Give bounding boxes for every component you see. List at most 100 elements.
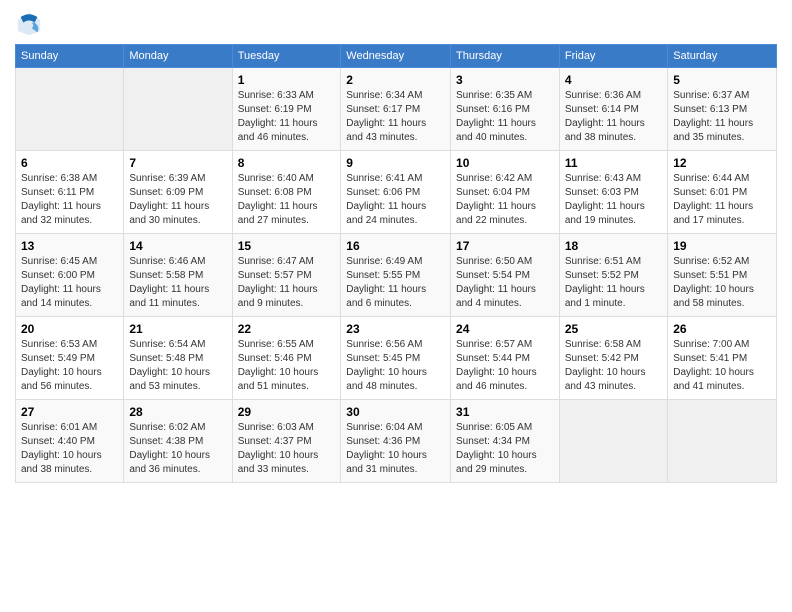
day-number: 3: [456, 73, 554, 87]
day-info: Sunrise: 6:03 AMSunset: 4:37 PMDaylight:…: [238, 421, 336, 477]
calendar-cell: [668, 400, 777, 483]
day-info: Sunrise: 6:55 AMSunset: 5:46 PMDaylight:…: [238, 338, 336, 394]
day-number: 30: [346, 405, 445, 419]
calendar-cell: 2 Sunrise: 6:34 AMSunset: 6:17 PMDaylight…: [341, 68, 451, 151]
day-number: 17: [456, 239, 554, 253]
day-info: Sunrise: 6:04 AMSunset: 4:36 PMDaylight:…: [346, 421, 445, 477]
day-number: 14: [129, 239, 226, 253]
day-number: 27: [21, 405, 118, 419]
day-info: Sunrise: 6:56 AMSunset: 5:45 PMDaylight:…: [346, 338, 445, 394]
calendar-table: SundayMondayTuesdayWednesdayThursdayFrid…: [15, 44, 777, 483]
day-number: 31: [456, 405, 554, 419]
weekday-header: Thursday: [451, 45, 560, 68]
calendar-cell: 6 Sunrise: 6:38 AMSunset: 6:11 PMDaylight…: [16, 151, 124, 234]
day-info: Sunrise: 6:41 AMSunset: 6:06 PMDaylight:…: [346, 172, 445, 228]
day-info: Sunrise: 6:38 AMSunset: 6:11 PMDaylight:…: [21, 172, 118, 228]
day-number: 28: [129, 405, 226, 419]
weekday-header-row: SundayMondayTuesdayWednesdayThursdayFrid…: [16, 45, 777, 68]
day-number: 21: [129, 322, 226, 336]
day-info: Sunrise: 6:42 AMSunset: 6:04 PMDaylight:…: [456, 172, 554, 228]
day-info: Sunrise: 6:01 AMSunset: 4:40 PMDaylight:…: [21, 421, 118, 477]
day-info: Sunrise: 6:40 AMSunset: 6:08 PMDaylight:…: [238, 172, 336, 228]
day-number: 26: [673, 322, 771, 336]
calendar-cell: 22 Sunrise: 6:55 AMSunset: 5:46 PMDayligh…: [232, 317, 341, 400]
day-info: Sunrise: 6:34 AMSunset: 6:17 PMDaylight:…: [346, 89, 445, 145]
day-number: 1: [238, 73, 336, 87]
day-info: Sunrise: 6:36 AMSunset: 6:14 PMDaylight:…: [565, 89, 662, 145]
calendar-cell: 23 Sunrise: 6:56 AMSunset: 5:45 PMDayligh…: [341, 317, 451, 400]
day-info: Sunrise: 6:58 AMSunset: 5:42 PMDaylight:…: [565, 338, 662, 394]
day-number: 15: [238, 239, 336, 253]
calendar-week-row: 6 Sunrise: 6:38 AMSunset: 6:11 PMDaylight…: [16, 151, 777, 234]
calendar-week-row: 1 Sunrise: 6:33 AMSunset: 6:19 PMDaylight…: [16, 68, 777, 151]
day-number: 4: [565, 73, 662, 87]
day-number: 29: [238, 405, 336, 419]
calendar-cell: 21Sunrise: 6:54 AMSunset: 5:48 PMDayligh…: [124, 317, 232, 400]
calendar-cell: 26 Sunrise: 7:00 AMSunset: 5:41 PMDayligh…: [668, 317, 777, 400]
calendar-cell: 11Sunrise: 6:43 AMSunset: 6:03 PMDayligh…: [559, 151, 667, 234]
calendar-cell: [16, 68, 124, 151]
day-info: Sunrise: 6:39 AMSunset: 6:09 PMDaylight:…: [129, 172, 226, 228]
day-info: Sunrise: 6:57 AMSunset: 5:44 PMDaylight:…: [456, 338, 554, 394]
day-info: Sunrise: 6:46 AMSunset: 5:58 PMDaylight:…: [129, 255, 226, 311]
calendar-cell: 20 Sunrise: 6:53 AMSunset: 5:49 PMDayligh…: [16, 317, 124, 400]
calendar-cell: 3Sunrise: 6:35 AMSunset: 6:16 PMDaylight…: [451, 68, 560, 151]
day-number: 7: [129, 156, 226, 170]
calendar-cell: 28 Sunrise: 6:02 AMSunset: 4:38 PMDayligh…: [124, 400, 232, 483]
weekday-header: Monday: [124, 45, 232, 68]
header: [15, 10, 777, 38]
day-number: 11: [565, 156, 662, 170]
day-number: 23: [346, 322, 445, 336]
day-info: Sunrise: 6:52 AMSunset: 5:51 PMDaylight:…: [673, 255, 771, 311]
page: SundayMondayTuesdayWednesdayThursdayFrid…: [0, 0, 792, 612]
day-number: 20: [21, 322, 118, 336]
calendar-week-row: 13 Sunrise: 6:45 AMSunset: 6:00 PMDayligh…: [16, 234, 777, 317]
calendar-week-row: 27 Sunrise: 6:01 AMSunset: 4:40 PMDayligh…: [16, 400, 777, 483]
weekday-header: Saturday: [668, 45, 777, 68]
day-info: Sunrise: 6:49 AMSunset: 5:55 PMDaylight:…: [346, 255, 445, 311]
calendar-cell: [559, 400, 667, 483]
calendar-cell: 14 Sunrise: 6:46 AMSunset: 5:58 PMDayligh…: [124, 234, 232, 317]
weekday-header: Tuesday: [232, 45, 341, 68]
calendar-cell: 9 Sunrise: 6:41 AMSunset: 6:06 PMDaylight…: [341, 151, 451, 234]
weekday-header: Friday: [559, 45, 667, 68]
day-info: Sunrise: 7:00 AMSunset: 5:41 PMDaylight:…: [673, 338, 771, 394]
calendar-cell: 31 Sunrise: 6:05 AMSunset: 4:34 PMDayligh…: [451, 400, 560, 483]
calendar-cell: 7 Sunrise: 6:39 AMSunset: 6:09 PMDaylight…: [124, 151, 232, 234]
calendar-cell: 25Sunrise: 6:58 AMSunset: 5:42 PMDayligh…: [559, 317, 667, 400]
calendar-cell: 24Sunrise: 6:57 AMSunset: 5:44 PMDayligh…: [451, 317, 560, 400]
day-info: Sunrise: 6:44 AMSunset: 6:01 PMDaylight:…: [673, 172, 771, 228]
logo: [15, 10, 47, 38]
calendar-cell: 4 Sunrise: 6:36 AMSunset: 6:14 PMDaylight…: [559, 68, 667, 151]
calendar-cell: 17 Sunrise: 6:50 AMSunset: 5:54 PMDayligh…: [451, 234, 560, 317]
calendar-cell: 1 Sunrise: 6:33 AMSunset: 6:19 PMDaylight…: [232, 68, 341, 151]
day-info: Sunrise: 6:05 AMSunset: 4:34 PMDaylight:…: [456, 421, 554, 477]
calendar-cell: 16Sunrise: 6:49 AMSunset: 5:55 PMDayligh…: [341, 234, 451, 317]
calendar-cell: 19Sunrise: 6:52 AMSunset: 5:51 PMDayligh…: [668, 234, 777, 317]
day-number: 8: [238, 156, 336, 170]
day-number: 2: [346, 73, 445, 87]
day-info: Sunrise: 6:33 AMSunset: 6:19 PMDaylight:…: [238, 89, 336, 145]
day-number: 22: [238, 322, 336, 336]
day-number: 13: [21, 239, 118, 253]
calendar-week-row: 20 Sunrise: 6:53 AMSunset: 5:49 PMDayligh…: [16, 317, 777, 400]
day-info: Sunrise: 6:45 AMSunset: 6:00 PMDaylight:…: [21, 255, 118, 311]
day-number: 6: [21, 156, 118, 170]
day-number: 12: [673, 156, 771, 170]
weekday-header: Sunday: [16, 45, 124, 68]
calendar-cell: 8 Sunrise: 6:40 AMSunset: 6:08 PMDaylight…: [232, 151, 341, 234]
day-info: Sunrise: 6:47 AMSunset: 5:57 PMDaylight:…: [238, 255, 336, 311]
day-number: 18: [565, 239, 662, 253]
calendar-cell: 13 Sunrise: 6:45 AMSunset: 6:00 PMDayligh…: [16, 234, 124, 317]
calendar-cell: 18 Sunrise: 6:51 AMSunset: 5:52 PMDayligh…: [559, 234, 667, 317]
calendar-cell: 29 Sunrise: 6:03 AMSunset: 4:37 PMDayligh…: [232, 400, 341, 483]
day-info: Sunrise: 6:02 AMSunset: 4:38 PMDaylight:…: [129, 421, 226, 477]
day-info: Sunrise: 6:51 AMSunset: 5:52 PMDaylight:…: [565, 255, 662, 311]
day-info: Sunrise: 6:50 AMSunset: 5:54 PMDaylight:…: [456, 255, 554, 311]
calendar-cell: 27 Sunrise: 6:01 AMSunset: 4:40 PMDayligh…: [16, 400, 124, 483]
day-number: 9: [346, 156, 445, 170]
day-info: Sunrise: 6:53 AMSunset: 5:49 PMDaylight:…: [21, 338, 118, 394]
weekday-header: Wednesday: [341, 45, 451, 68]
logo-icon: [15, 10, 43, 38]
calendar-cell: 10Sunrise: 6:42 AMSunset: 6:04 PMDayligh…: [451, 151, 560, 234]
